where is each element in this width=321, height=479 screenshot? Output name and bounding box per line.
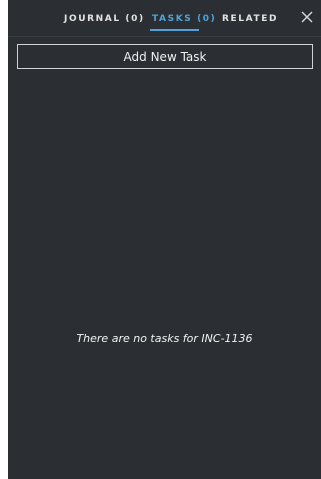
empty-state-message: There are no tasks for INC-1136 xyxy=(76,332,253,345)
tab-bar: JOURNAL (0) TASKS (0) RELATED xyxy=(8,0,321,37)
tab-related[interactable]: RELATED xyxy=(222,14,278,24)
tab-journal[interactable]: JOURNAL (0) xyxy=(64,14,145,24)
tab-tasks[interactable]: TASKS (0) xyxy=(152,14,216,24)
add-new-task-button[interactable]: Add New Task xyxy=(17,44,313,69)
close-icon[interactable] xyxy=(299,9,315,25)
active-tab-indicator xyxy=(150,29,199,31)
tasks-panel: JOURNAL (0) TASKS (0) RELATED Add New Ta… xyxy=(8,0,321,479)
